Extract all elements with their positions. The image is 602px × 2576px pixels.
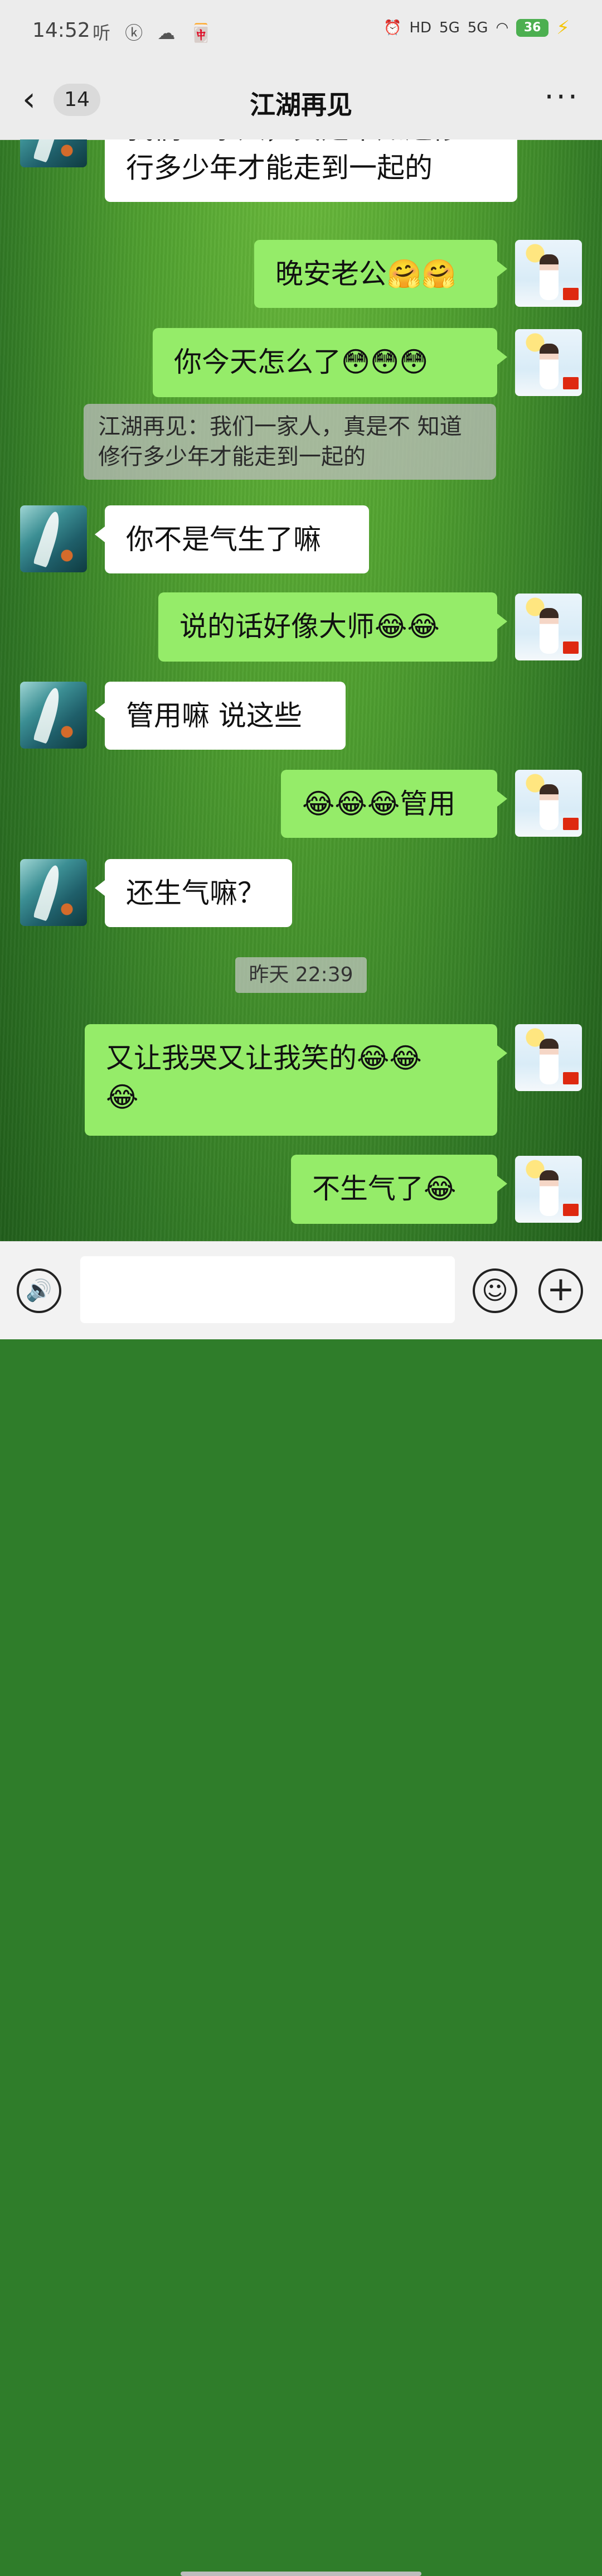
notification-icons: 听 ⓚ ☁ 🀄 (93, 22, 217, 44)
emoji-icon[interactable]: ☺ (473, 1268, 517, 1313)
status-right-icons: ⏰ HD 5G 5G ◠ 36 ⚡ (383, 17, 570, 39)
my-avatar[interactable] (515, 329, 582, 396)
my-avatar[interactable] (515, 770, 582, 837)
status-time: 14:52 (32, 19, 90, 42)
wifi-icon: ◠ (496, 20, 509, 36)
contact-avatar[interactable] (20, 505, 87, 572)
my-avatar[interactable] (515, 240, 582, 307)
message-timestamp: 昨天 22:39 (235, 957, 367, 993)
contact-avatar[interactable] (20, 139, 87, 167)
my-avatar[interactable] (515, 1024, 582, 1091)
hd-icon: HD (409, 20, 432, 36)
message-bubble[interactable]: 说的话好像大师😂😂 (158, 592, 507, 662)
input-bar: 🔊 ☺ + (0, 1241, 602, 2576)
battery-icon: 36 (516, 19, 549, 37)
signal-5g-icon-2: 5G (467, 20, 488, 36)
charging-icon: ⚡ (556, 17, 570, 39)
alarm-icon: ⏰ (383, 20, 402, 36)
more-actions-plus-icon[interactable]: + (538, 1268, 583, 1313)
message-bubble[interactable]: 不生气了😂 (291, 1155, 507, 1224)
quoted-message[interactable]: 江湖再见：我们一家人，真是不 知道修行多少年才能走到一起的 (84, 404, 496, 480)
message-bubble[interactable]: 晚安老公🤗🤗 (254, 240, 507, 308)
message-bubble[interactable]: 还生气嘛？ (95, 859, 292, 927)
message-input[interactable] (80, 1256, 455, 1323)
status-bar: 14:52 听 ⓚ ☁ 🀄 ⏰ HD 5G 5G ◠ 36 ⚡ (0, 0, 602, 62)
message-list[interactable]: 我们一家人，真是不知道修 行多少年才能走到一起的 晚安老公🤗🤗 你今天怎么了😳😳… (0, 139, 602, 1241)
message-bubble[interactable]: 你不是气生了嘛 (95, 505, 369, 573)
message-bubble[interactable]: 我们一家人，真是不知道修 行多少年才能走到一起的 (105, 139, 517, 202)
message-bubble[interactable]: 😂😂😂管用 (281, 770, 507, 838)
more-options-icon[interactable]: ··· (545, 79, 580, 114)
my-avatar[interactable] (515, 1156, 582, 1223)
contact-avatar[interactable] (20, 859, 87, 926)
chat-header: ‹ 14 江湖再见 ··· (0, 62, 602, 140)
contact-avatar[interactable] (20, 682, 87, 749)
voice-input-icon[interactable]: 🔊 (17, 1268, 61, 1313)
signal-5g-icon: 5G (439, 20, 460, 36)
message-bubble[interactable]: 你今天怎么了😳😳😳 (153, 328, 507, 397)
my-avatar[interactable] (515, 594, 582, 660)
chat-title: 江湖再见 (250, 90, 352, 120)
home-indicator[interactable] (181, 2572, 421, 2576)
message-bubble[interactable]: 又让我哭又让我笑的😂😂 😂 (85, 1024, 507, 1136)
message-bubble[interactable]: 管用嘛 说这些 (95, 682, 346, 750)
